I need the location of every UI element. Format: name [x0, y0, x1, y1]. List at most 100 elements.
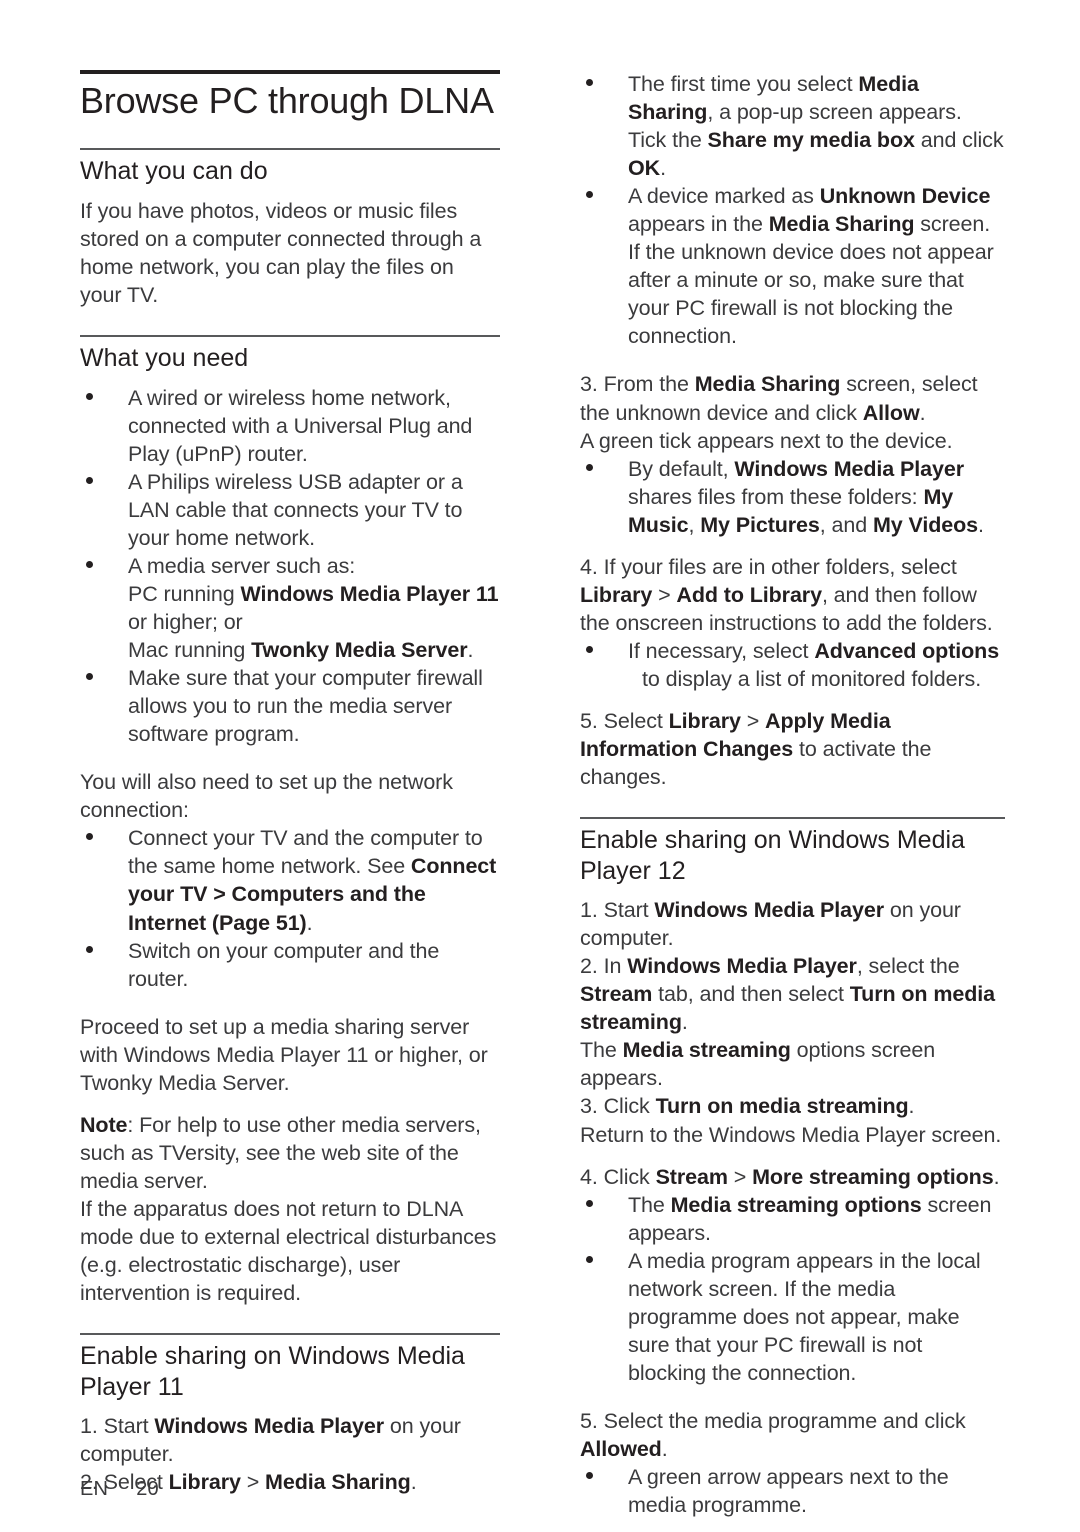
first-time-bold-share-box: Share my media box [707, 128, 915, 153]
wmp12-step-2: 2. In Windows Media Player, select the S… [580, 952, 1005, 1036]
wmp12-step4-separator: > [727, 1164, 753, 1189]
wmp12-step-3-note: Return to the Windows Media Player scree… [580, 1122, 1002, 1147]
wmp12-step2-mid1: , select the [856, 954, 960, 979]
wmp11-step-3: 3. From the Media Sharing screen, select… [580, 370, 1005, 426]
left-column: Browse PC through DLNA What you can do I… [80, 70, 500, 1496]
default-folders-mid3: , and [819, 512, 873, 537]
list-item: A Philips wireless USB adapter or a LAN … [80, 468, 500, 552]
bullet-dot-icon [586, 1255, 593, 1263]
section-rule-what-you-need [80, 335, 500, 338]
section-heading-what-you-can-do: What you can do [80, 157, 268, 186]
default-folders-list: By default, Windows Media Player shares … [580, 455, 1005, 539]
wmp12-step-2-note: The Media streaming options screen appea… [580, 1036, 1005, 1092]
wmp12-step2-bold-stream: Stream [580, 982, 653, 1007]
unknown-device-prefix: A device marked as [628, 184, 820, 209]
proceed-paragraph: Proceed to set up a media sharing server… [80, 1014, 488, 1095]
wmp12-bullet1-prefix: The [628, 1192, 671, 1217]
step3-bold-allow: Allow [862, 400, 920, 425]
list-item: By default, Windows Media Player shares … [580, 455, 1005, 539]
wmp11-step2-bold-media-sharing: Media Sharing [265, 1470, 411, 1495]
media-server-pc-prefix: PC running [128, 581, 241, 606]
list-item: If necessary, select Advanced options to… [580, 637, 1005, 693]
section-heading-wmp12: Enable sharing on Windows Media Player 1… [580, 826, 965, 885]
wmp12-bullet2-label: A media program appears in the local net… [628, 1248, 981, 1385]
wmp12-step5-prefix: 5. Select the media programme and click [580, 1408, 966, 1433]
wmp12-step2-note-bold: Media streaming [622, 1038, 791, 1063]
list-item: The first time you select Media Sharing,… [580, 70, 1005, 182]
section-rule-wmp11 [80, 1333, 500, 1336]
step4-separator: > [652, 582, 677, 607]
switch-on-label: Switch on your computer and the router. [128, 938, 440, 991]
wmp12-step4-suffix: . [993, 1164, 1000, 1189]
unknown-device-bold: Unknown Device [819, 184, 991, 209]
step4-prefix: 4. If your files are in other folders, s… [580, 554, 957, 579]
wmp12-step5-suffix: . [661, 1436, 668, 1461]
wmp11-step-1: 1. Start Windows Media Player on your co… [80, 1412, 500, 1468]
right-column: The first time you select Media Sharing,… [580, 70, 1005, 1519]
connect-tv-suffix: . [306, 910, 313, 935]
unknown-device-bold-media-sharing: Media Sharing [768, 212, 915, 237]
page-title: Browse PC through DLNA [80, 80, 494, 121]
wmp11-step2-suffix: . [410, 1470, 417, 1495]
media-server-pc-suffix: or higher; or [128, 610, 243, 635]
wmp11-step1-bold: Windows Media Player [154, 1414, 384, 1439]
wmp12-step3-suffix: . [908, 1094, 915, 1119]
wmp11-step2-bold-library: Library [168, 1470, 241, 1495]
default-folders-bold-wmp: Windows Media Player [734, 456, 964, 481]
advanced-bold: Advanced options [814, 638, 1000, 663]
wmp11-step2-separator: > [240, 1470, 266, 1495]
section-heading-what-you-need: What you need [80, 344, 249, 373]
default-folders-prefix: By default, [628, 456, 735, 481]
advanced-options-list: If necessary, select Advanced options to… [580, 637, 1005, 693]
bullet-dot-icon [86, 560, 93, 568]
step5-prefix: 5. Select [580, 708, 669, 733]
wmp12-step2-note-prefix: The [580, 1038, 623, 1063]
wmp12-step4-prefix: 4. Click [580, 1164, 656, 1189]
list-item: A media server such as: PC running Windo… [80, 552, 500, 664]
media-server-mac-prefix: Mac running [128, 638, 252, 663]
note-label: Note [80, 1112, 128, 1137]
default-folders-mid1: shares files from these folders: [628, 484, 924, 509]
bullet-dot-icon [586, 645, 593, 653]
advanced-suffix: to display a list of monitored folders. [642, 666, 982, 691]
what-you-need-list: A wired or wireless home network, connec… [80, 384, 500, 749]
first-time-mid2: and click [914, 128, 1004, 153]
list-item-label: A wired or wireless home network, connec… [128, 385, 473, 466]
bullet-dot-icon [586, 191, 593, 199]
list-item: The Media streaming options screen appea… [580, 1191, 1005, 1247]
wmp11-step-5: 5. Select Library > Apply Media Informat… [580, 707, 1005, 791]
network-setup-intro: You will also need to set up the network… [80, 770, 453, 823]
document-page: Browse PC through DLNA What you can do I… [0, 0, 1080, 1532]
step3-prefix: 3. From the [580, 372, 695, 397]
wmp11-step-4: 4. If your files are in other folders, s… [580, 553, 1005, 637]
network-setup-list: Connect your TV and the computer to the … [80, 824, 500, 992]
wmp12-step3-bold: Turn on media streaming [655, 1094, 909, 1119]
section-heading-wmp11: Enable sharing on Windows Media Player 1… [80, 1342, 465, 1401]
wmp11-step-3-note: A green tick appears next to the device. [580, 428, 953, 453]
list-item-label: Make sure that your computer firewall al… [128, 666, 483, 747]
list-item-label: A Philips wireless USB adapter or a LAN … [128, 469, 463, 550]
default-folders-suffix: . [978, 512, 984, 537]
wmp12-step-3: 3. Click Turn on media streaming. [580, 1092, 1005, 1120]
section-rule-wmp12 [580, 817, 1005, 820]
section-rule-what-you-can-do [80, 148, 500, 151]
list-item: A green arrow appears next to the media … [580, 1463, 1005, 1519]
list-item: A device marked as Unknown Device appear… [580, 182, 1005, 350]
wmp12-step2-bold-wmp: Windows Media Player [627, 954, 857, 979]
apparatus-paragraph: If the apparatus does not return to DLNA… [80, 1196, 497, 1306]
list-item: A media program appears in the local net… [580, 1247, 1005, 1387]
bullet-dot-icon [86, 673, 93, 681]
media-server-mac-bold: Twonky Media Server [251, 638, 468, 663]
wmp12-step1-bold: Windows Media Player [654, 898, 884, 923]
list-item: Make sure that your computer firewall al… [80, 664, 500, 748]
footer-language: EN [80, 1478, 109, 1500]
list-item: Connect your TV and the computer to the … [80, 824, 500, 936]
list-item: Switch on your computer and the router. [80, 937, 500, 993]
bullet-dot-icon [86, 833, 93, 841]
unknown-device-mid: appears in the [628, 212, 769, 237]
first-time-bold-ok: OK [628, 156, 661, 181]
step5-separator: > [740, 708, 766, 733]
wmp12-step5-bold-allowed: Allowed [580, 1436, 662, 1461]
step4-bold-library: Library [580, 582, 653, 607]
media-server-mac-suffix: . [467, 638, 474, 663]
